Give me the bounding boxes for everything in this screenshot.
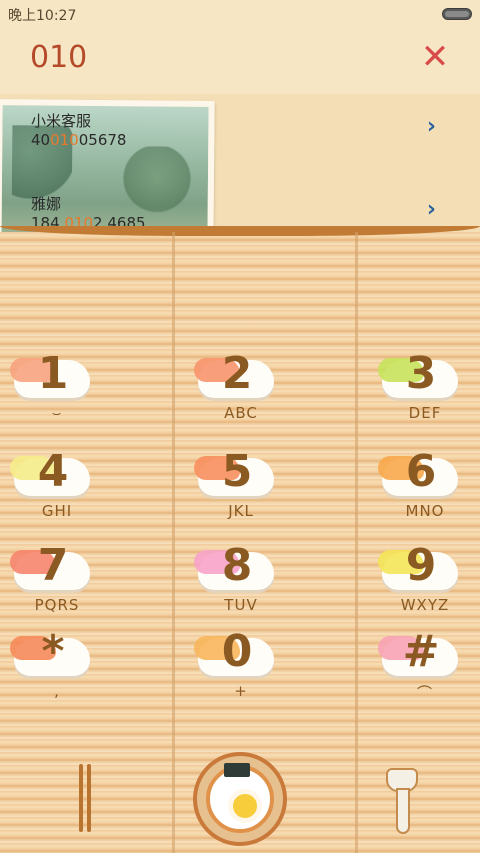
key-letters: ABC (224, 404, 258, 422)
key-digit: 0 (221, 626, 253, 677)
key-7[interactable]: 7 PQRS (2, 540, 112, 622)
voicemail-icon: ⌣ (51, 404, 63, 422)
key-hash[interactable]: # ⌒ (370, 626, 480, 708)
key-digit: 4 (37, 446, 69, 497)
key-letters: PQRS (34, 596, 80, 614)
key-digit: 9 (405, 540, 437, 591)
contact-name: 小米客服 (31, 112, 92, 130)
key-letters: WXYZ (400, 596, 450, 614)
key-letters: TUV (224, 596, 258, 614)
key-digit: 8 (221, 540, 253, 591)
key-digit: 2 (221, 348, 253, 399)
key-letters: GHI (41, 502, 73, 520)
contact-name: 雅娜 (31, 195, 62, 213)
key-1[interactable]: 1 ⌣ (2, 348, 112, 430)
ladle-icon[interactable] (384, 768, 418, 834)
contact-result-row[interactable]: 小米客服 4001005678 › (0, 104, 480, 174)
key-0[interactable]: 0 + (186, 626, 296, 708)
mat-divider (355, 232, 358, 853)
key-4[interactable]: 4 GHI (2, 446, 112, 528)
status-time: 晚上10:27 (8, 8, 77, 24)
key-3[interactable]: 3 DEF (370, 348, 480, 430)
key-letters: , (54, 682, 60, 700)
number-prefix: 40 (31, 131, 51, 149)
key-digit: 5 (221, 446, 253, 497)
mat-divider (172, 232, 175, 853)
key-letters: MNO (405, 502, 445, 520)
chevron-right-icon[interactable]: › (427, 114, 436, 139)
chevron-right-icon[interactable]: › (427, 197, 436, 222)
key-5[interactable]: 5 JKL (186, 446, 296, 528)
key-digit: 3 (405, 348, 437, 399)
sushi-plate-icon: ⌒ (416, 684, 433, 702)
egg-icon (228, 789, 262, 823)
dialed-number-display[interactable]: 010 (30, 40, 87, 75)
dial-header: 010 ✕ (0, 26, 480, 94)
key-digit: 6 (405, 446, 437, 497)
battery-icon (442, 8, 472, 20)
ramen-bowl-call-icon (206, 763, 274, 833)
close-x-icon: ✕ (420, 37, 450, 77)
key-letters: DEF (408, 404, 442, 422)
search-results-list: 小米客服 4001005678 › 雅娜 184 0102 4685 › (0, 94, 480, 253)
status-bar: 晚上10:27 (0, 0, 480, 26)
clear-number-button[interactable]: ✕ (418, 40, 452, 74)
nori-icon (224, 763, 250, 777)
key-letters: JKL (228, 502, 254, 520)
key-digit: # (402, 626, 440, 677)
key-6[interactable]: 6 MNO (370, 446, 480, 528)
key-star[interactable]: * , (2, 626, 112, 708)
number-suffix: 05678 (78, 131, 127, 149)
key-8[interactable]: 8 TUV (186, 540, 296, 622)
key-letters: + (234, 682, 248, 700)
contact-number: 4001005678 (31, 131, 126, 149)
call-button[interactable] (193, 752, 287, 846)
key-digit: * (41, 626, 65, 677)
key-digit: 1 (37, 348, 69, 399)
number-match-highlight: 010 (50, 131, 79, 149)
chopsticks-icon[interactable] (76, 764, 94, 832)
mat-edge (0, 226, 480, 236)
key-9[interactable]: 9 WXYZ (370, 540, 480, 622)
key-digit: 7 (37, 540, 69, 591)
key-2[interactable]: 2 ABC (186, 348, 296, 430)
